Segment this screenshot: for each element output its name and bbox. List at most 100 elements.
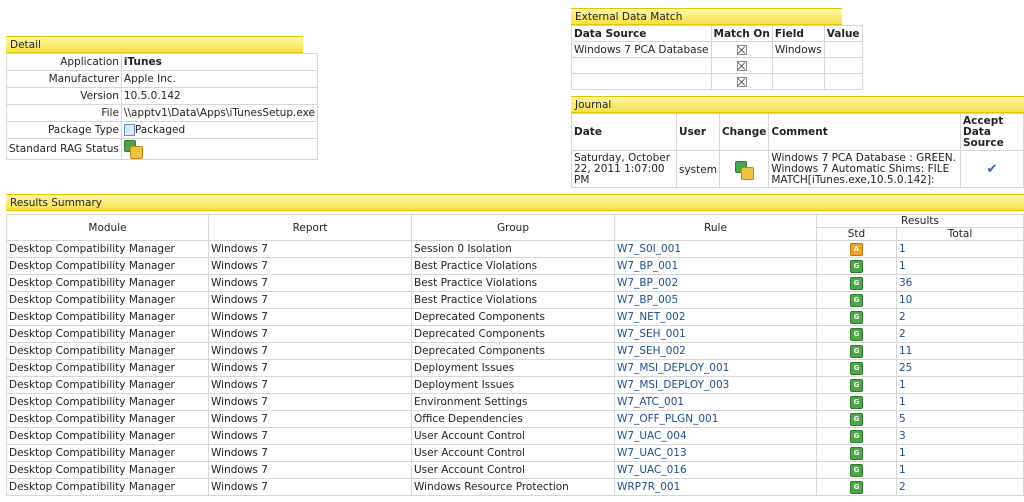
rule-link[interactable]: W7_UAC_004 bbox=[614, 427, 817, 445]
match-on-checkbox[interactable] bbox=[736, 60, 747, 71]
results-body: Desktop Compatibility Manager Windows 7 Se… bbox=[6, 240, 1024, 496]
group-cell: User Account Control bbox=[411, 444, 615, 462]
package-type-cell: Packaged bbox=[120, 121, 318, 139]
journal-date: Saturday, October 22, 2011 1:07:00 PM bbox=[571, 150, 677, 188]
report-cell: Windows 7 bbox=[208, 427, 412, 445]
rule-link[interactable]: W7_SEH_001 bbox=[614, 325, 817, 343]
total-link[interactable]: 11 bbox=[896, 342, 1024, 360]
total-link[interactable]: 2 bbox=[896, 325, 1024, 343]
total-link[interactable]: 1 bbox=[896, 376, 1024, 394]
results-header-row: Module Report Group Rule Results bbox=[6, 214, 1024, 241]
detail-panel: Detail Application iTunes Manufacturer A… bbox=[6, 36, 318, 160]
rule-link[interactable]: W7_MSI_DEPLOY_001 bbox=[614, 359, 817, 377]
report-cell: Windows 7 bbox=[208, 376, 412, 394]
header-value: Value bbox=[823, 25, 863, 42]
green-status-icon: G bbox=[850, 446, 863, 460]
total-link[interactable]: 2 bbox=[896, 478, 1024, 496]
total-link[interactable]: 2 bbox=[896, 308, 1024, 326]
module-cell: Desktop Compatibility Manager bbox=[6, 308, 209, 326]
table-row: Desktop Compatibility Manager Windows 7 Se… bbox=[6, 240, 1024, 258]
module-cell: Desktop Compatibility Manager bbox=[6, 274, 209, 292]
detail-label: Package Type bbox=[6, 121, 122, 139]
group-cell: Session 0 Isolation bbox=[411, 240, 615, 258]
external-row bbox=[571, 57, 863, 74]
report-cell: Windows 7 bbox=[208, 274, 412, 292]
match-on-checkbox[interactable] bbox=[736, 44, 747, 55]
rule-link[interactable]: W7_SEH_002 bbox=[614, 342, 817, 360]
group-cell: Best Practice Violations bbox=[411, 257, 615, 275]
external-source: Windows 7 PCA Database bbox=[571, 41, 712, 58]
total-link[interactable]: 36 bbox=[896, 274, 1024, 292]
rule-link[interactable]: W7_ATC_001 bbox=[614, 393, 817, 411]
rule-link[interactable]: W7_BP_001 bbox=[614, 257, 817, 275]
report-cell: Windows 7 bbox=[208, 257, 412, 275]
group-cell: User Account Control bbox=[411, 461, 615, 479]
header-field: Field bbox=[771, 25, 825, 42]
total-link[interactable]: 1 bbox=[896, 257, 1024, 275]
rule-link[interactable]: WRP7R_001 bbox=[614, 478, 817, 496]
version-value: 10.5.0.142 bbox=[120, 87, 318, 105]
external-value bbox=[823, 41, 863, 58]
package-icon bbox=[123, 124, 135, 136]
total-link[interactable]: 5 bbox=[896, 410, 1024, 428]
group-cell: User Account Control bbox=[411, 427, 615, 445]
external-data-match-title: External Data Match bbox=[571, 8, 842, 25]
total-link[interactable]: 1 bbox=[896, 444, 1024, 462]
table-row: Desktop Compatibility Manager Windows 7 Us… bbox=[6, 444, 1024, 462]
report-cell: Windows 7 bbox=[208, 461, 412, 479]
group-cell: Best Practice Violations bbox=[411, 291, 615, 309]
green-status-icon: G bbox=[850, 310, 863, 324]
table-row: Desktop Compatibility Manager Windows 7 Wi… bbox=[6, 478, 1024, 496]
green-status-icon: G bbox=[850, 378, 863, 392]
group-cell: Environment Settings bbox=[411, 393, 615, 411]
rule-link[interactable]: W7_S0I_001 bbox=[614, 240, 817, 258]
external-source bbox=[571, 57, 712, 74]
journal-row: Saturday, October 22, 2011 1:07:00 PM sy… bbox=[571, 150, 1024, 188]
group-cell: Windows Resource Protection bbox=[411, 478, 615, 496]
module-cell: Desktop Compatibility Manager bbox=[6, 427, 209, 445]
detail-title: Detail bbox=[6, 36, 303, 53]
rule-link[interactable]: W7_BP_005 bbox=[614, 291, 817, 309]
header-comment: Comment bbox=[768, 113, 961, 151]
journal-table: Date User Change Comment Accept Data Sou… bbox=[571, 113, 1024, 188]
rule-link[interactable]: W7_NET_002 bbox=[614, 308, 817, 326]
header-report: Report bbox=[208, 214, 412, 241]
report-cell: Windows 7 bbox=[208, 410, 412, 428]
green-status-icon: G bbox=[850, 361, 863, 375]
application-value: iTunes bbox=[120, 53, 318, 71]
table-row: Desktop Compatibility Manager Windows 7 Of… bbox=[6, 410, 1024, 428]
table-row: Desktop Compatibility Manager Windows 7 Be… bbox=[6, 257, 1024, 275]
rule-link[interactable]: W7_BP_002 bbox=[614, 274, 817, 292]
rule-link[interactable]: W7_OFF_PLGN_001 bbox=[614, 410, 817, 428]
green-status-icon: G bbox=[850, 259, 863, 273]
total-link[interactable]: 1 bbox=[896, 393, 1024, 411]
green-status-icon: G bbox=[850, 429, 863, 443]
header-date: Date bbox=[571, 113, 677, 151]
accept-check-icon[interactable]: ✔ bbox=[987, 162, 998, 177]
rag-status-cell bbox=[120, 138, 318, 160]
external-value bbox=[823, 73, 863, 90]
results-table: Module Report Group Rule Results Std Tot… bbox=[6, 214, 1024, 496]
green-status-icon: G bbox=[850, 412, 863, 426]
green-status-icon: G bbox=[850, 480, 863, 494]
total-link[interactable]: 3 bbox=[896, 427, 1024, 445]
detail-row-version: Version 10.5.0.142 bbox=[6, 87, 318, 105]
table-row: Desktop Compatibility Manager Windows 7 En… bbox=[6, 393, 1024, 411]
green-status-icon: G bbox=[850, 327, 863, 341]
total-link[interactable]: 1 bbox=[896, 461, 1024, 479]
module-cell: Desktop Compatibility Manager bbox=[6, 359, 209, 377]
detail-label: Manufacturer bbox=[6, 70, 122, 88]
match-on-checkbox[interactable] bbox=[736, 76, 747, 87]
external-field bbox=[771, 57, 825, 74]
rule-link[interactable]: W7_UAC_013 bbox=[614, 444, 817, 462]
total-link[interactable]: 25 bbox=[896, 359, 1024, 377]
header-accept-data-source: Accept Data Source bbox=[960, 113, 1024, 151]
results-summary-panel: Results Summary Module Report Group Rule… bbox=[6, 194, 1024, 496]
green-status-icon: G bbox=[850, 293, 863, 307]
rule-link[interactable]: W7_UAC_016 bbox=[614, 461, 817, 479]
total-link[interactable]: 1 bbox=[896, 240, 1024, 258]
rule-link[interactable]: W7_MSI_DEPLOY_003 bbox=[614, 376, 817, 394]
detail-label: File bbox=[6, 104, 122, 122]
report-cell: Windows 7 bbox=[208, 240, 412, 258]
total-link[interactable]: 10 bbox=[896, 291, 1024, 309]
